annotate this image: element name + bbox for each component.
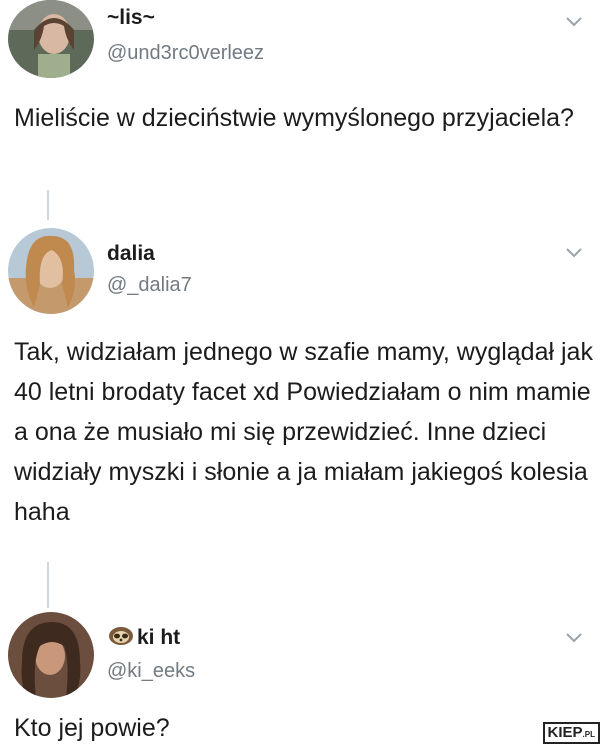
avatar[interactable] <box>8 0 94 78</box>
chevron-down-icon[interactable] <box>565 247 583 259</box>
tweet-2: dalia @_dalia7 Tak, widziałam jednego w … <box>0 222 610 562</box>
tweet-1: ~lis~ @und3rc0verleez Mieliście w dzieci… <box>0 0 610 190</box>
kiep-watermark-logo: KIEP.PL <box>542 722 600 744</box>
tweet-text: Mieliście w dzieciństwie wymyślonego prz… <box>14 104 574 132</box>
avatar[interactable] <box>8 612 94 698</box>
tweet-text: Kto jej powie? <box>14 714 170 742</box>
thread-line <box>47 190 49 220</box>
thread-line <box>47 562 49 608</box>
watermark-main: KIEP <box>547 724 583 741</box>
display-name[interactable]: ki ht <box>107 626 180 652</box>
display-name[interactable]: ~lis~ <box>107 6 155 30</box>
username[interactable]: @_dalia7 <box>107 274 192 297</box>
chevron-down-icon[interactable] <box>565 16 583 28</box>
username[interactable]: @ki_eeks <box>107 660 195 683</box>
avatar[interactable] <box>8 228 94 314</box>
username[interactable]: @und3rc0verleez <box>107 42 264 65</box>
display-name[interactable]: dalia <box>107 242 155 266</box>
sloth-emoji-icon <box>107 626 135 652</box>
watermark-suffix: .PL <box>582 730 595 739</box>
tweet-text: Tak, widziałam jednego w szafie mamy, wy… <box>14 338 593 526</box>
display-name-text: ki ht <box>137 626 181 649</box>
chevron-down-icon[interactable] <box>565 632 583 644</box>
tweet-3: ki ht @ki_eeks Kto jej powie? <box>0 606 610 752</box>
